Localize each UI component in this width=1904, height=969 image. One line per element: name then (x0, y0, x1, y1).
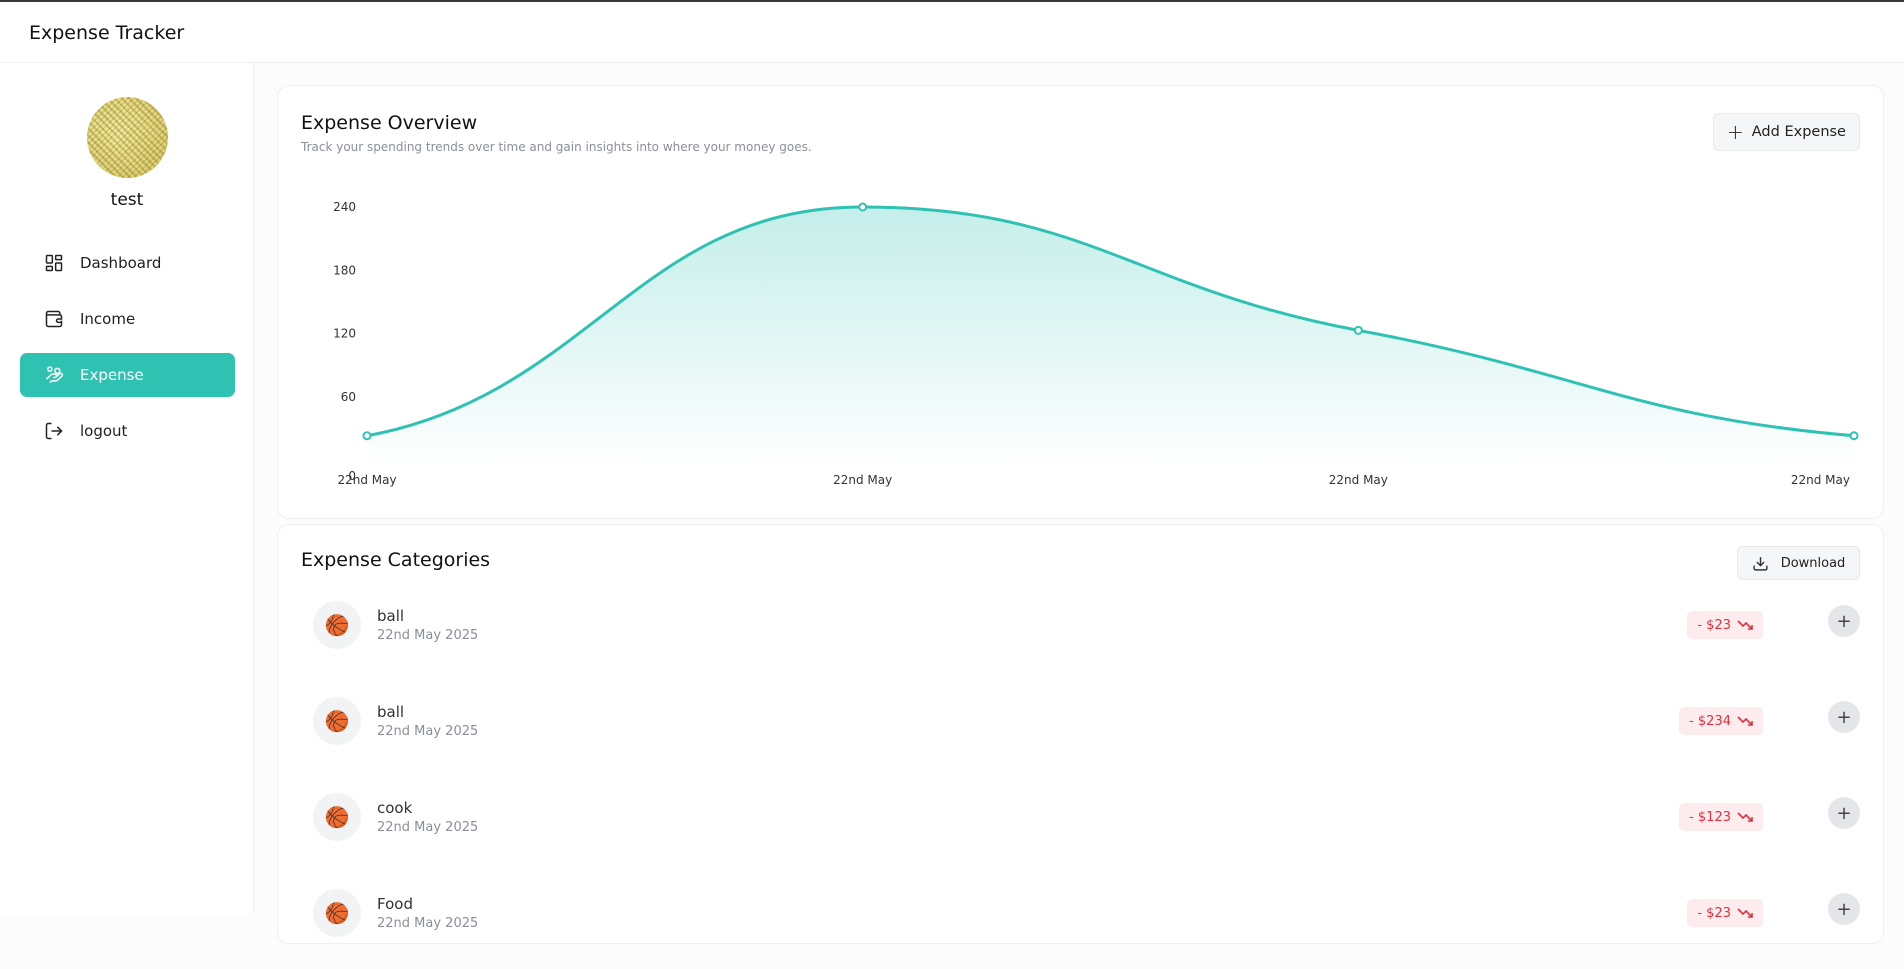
amount-badge: - $23 (1687, 899, 1763, 927)
basketball-icon: 🏀 (313, 601, 361, 649)
amount-value: - $123 (1689, 809, 1731, 825)
download-label: Download (1780, 555, 1846, 571)
hand-coins-icon (43, 364, 65, 386)
avatar (87, 97, 168, 178)
trend-down-icon (1737, 812, 1753, 822)
list-item[interactable]: 🏀 Food 22nd May 2025 - $23 + (278, 889, 1885, 969)
basketball-icon: 🏀 (313, 697, 361, 745)
sidebar-item-expense[interactable]: Expense (20, 353, 235, 397)
row-action-button[interactable]: + (1828, 701, 1860, 733)
y-tick-label: 120 (333, 327, 356, 341)
amount-value: - $23 (1697, 617, 1731, 633)
item-date: 22nd May 2025 (377, 916, 479, 931)
item-name: Food (377, 895, 413, 913)
amount-value: - $23 (1697, 905, 1731, 921)
sidebar: test Dashboard Income Expense logout (0, 63, 254, 914)
chart-point[interactable] (362, 431, 372, 441)
amount-badge: - $234 (1679, 707, 1763, 735)
basketball-icon: 🏀 (313, 889, 361, 937)
chart-point[interactable] (858, 202, 868, 212)
list-item[interactable]: 🏀 ball 22nd May 2025 - $23 + (278, 601, 1885, 681)
trend-down-icon (1737, 908, 1753, 918)
sidebar-item-dashboard[interactable]: Dashboard (20, 241, 235, 285)
x-tick-label: 22nd May (1329, 473, 1388, 487)
y-tick-label: 240 (333, 200, 356, 214)
item-name: ball (377, 703, 405, 721)
download-icon (1753, 556, 1768, 571)
basketball-icon: 🏀 (313, 793, 361, 841)
row-action-button[interactable]: + (1828, 797, 1860, 829)
sidebar-item-income[interactable]: Income (20, 297, 235, 341)
row-action-button[interactable]: + (1828, 893, 1860, 925)
trend-down-icon (1737, 716, 1753, 726)
download-button[interactable]: Download (1737, 546, 1860, 580)
expense-categories-card: Expense Categories Download 🏀 ball 22nd … (277, 524, 1884, 944)
item-date: 22nd May 2025 (377, 724, 479, 739)
chart-point[interactable] (1849, 431, 1859, 441)
row-action-button[interactable]: + (1828, 605, 1860, 637)
expense-area-chart: 060120180240 22nd May 22nd May 22nd May 22n… (333, 200, 1859, 487)
amount-badge: - $123 (1679, 803, 1763, 831)
item-date: 22nd May 2025 (377, 820, 479, 835)
sidebar-item-label: Dashboard (80, 254, 162, 272)
item-name: ball (377, 607, 405, 625)
x-tick-label: 22nd May (337, 473, 396, 487)
expense-overview-card: Expense Overview Track your spending tre… (277, 85, 1884, 519)
logout-icon (43, 420, 65, 442)
dashboard-icon (43, 252, 65, 274)
y-tick-label: 180 (333, 263, 356, 277)
sidebar-item-label: logout (80, 422, 128, 440)
amount-badge: - $23 (1687, 611, 1763, 639)
amount-value: - $234 (1689, 713, 1731, 729)
y-tick-label: 60 (341, 390, 356, 404)
sidebar-item-logout[interactable]: logout (20, 409, 235, 453)
wallet-icon (43, 308, 65, 330)
chart-point[interactable] (1353, 325, 1363, 335)
sidebar-item-label: Expense (80, 366, 144, 384)
item-name: cook (377, 799, 413, 817)
item-date: 22nd May 2025 (377, 628, 479, 643)
username: test (110, 190, 144, 210)
list-item[interactable]: 🏀 cook 22nd May 2025 - $123 + (278, 793, 1885, 873)
top-bar: Expense Tracker (0, 0, 1904, 63)
list-item[interactable]: 🏀 ball 22nd May 2025 - $234 + (278, 697, 1885, 777)
sidebar-item-label: Income (80, 310, 136, 328)
app-title: Expense Tracker (29, 22, 185, 44)
trend-down-icon (1737, 620, 1753, 630)
x-tick-label: 22nd May (833, 473, 892, 487)
x-tick-label: 22nd May (1791, 473, 1850, 487)
card-title: Expense Categories (301, 549, 491, 571)
chart-area-fill (367, 207, 1854, 470)
